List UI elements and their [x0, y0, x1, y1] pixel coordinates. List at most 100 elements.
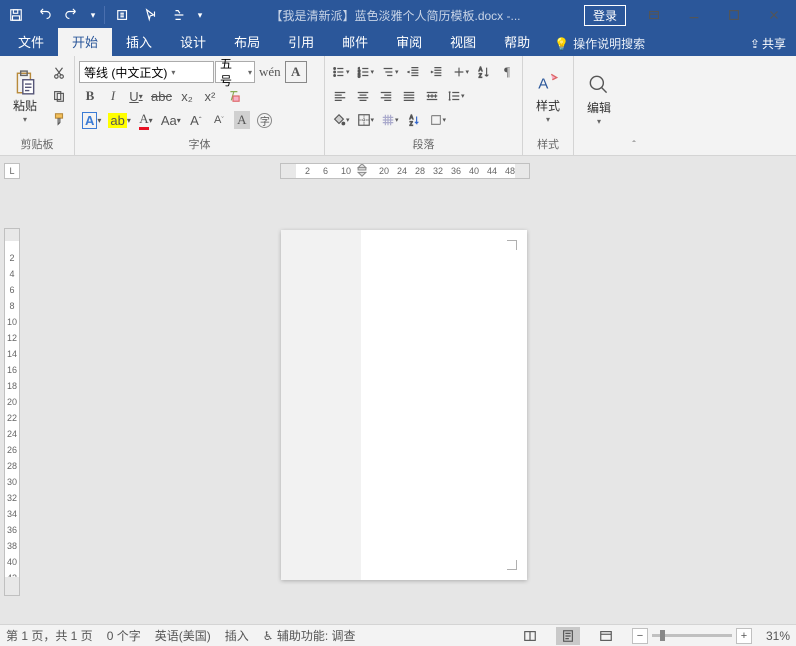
maximize-icon[interactable]	[714, 1, 754, 29]
decrease-indent-icon[interactable]	[403, 61, 425, 83]
distribute-icon[interactable]	[421, 85, 443, 107]
status-language[interactable]: 英语(美国)	[155, 627, 211, 644]
align-right-icon[interactable]	[375, 85, 397, 107]
tab-help[interactable]: 帮助	[490, 28, 544, 56]
subscript-button[interactable]: x₂	[176, 85, 198, 107]
tab-mailings[interactable]: 邮件	[328, 28, 382, 56]
borders-icon[interactable]: ▾	[354, 109, 378, 131]
superscript-button[interactable]: x²	[199, 85, 221, 107]
font-size-combo[interactable]: 五号▾	[215, 61, 255, 83]
tab-references[interactable]: 引用	[274, 28, 328, 56]
close-icon[interactable]	[754, 1, 794, 29]
format-painter-icon[interactable]	[48, 108, 70, 130]
qat-customize-icon[interactable]: ▾	[86, 1, 100, 29]
horizontal-ruler[interactable]: 2 2 6 10 20 24 28 32 36 40 44 48 52	[280, 163, 530, 179]
ruler-corner[interactable]: L	[4, 163, 20, 179]
numbering-icon[interactable]: 123▾	[354, 61, 378, 83]
grow-font-icon[interactable]: Aˆ	[185, 109, 207, 131]
undo-icon[interactable]	[30, 1, 58, 29]
group-font-label: 字体	[79, 134, 320, 155]
tab-review[interactable]: 审阅	[382, 28, 436, 56]
copy-icon[interactable]	[48, 85, 70, 107]
ruler-tick: 24	[5, 429, 19, 445]
increase-indent-icon[interactable]	[426, 61, 448, 83]
snap-to-grid-icon[interactable]: ▾	[378, 109, 402, 131]
character-shading-icon[interactable]: A	[231, 109, 253, 131]
shading-icon[interactable]: ▾	[329, 109, 353, 131]
ribbon-tabs: 文件 开始 插入 设计 布局 引用 邮件 审阅 视图 帮助 💡 操作说明搜索 ⇪…	[0, 30, 796, 56]
ruler-tick: 4	[5, 269, 19, 285]
align-justify-icon[interactable]	[398, 85, 420, 107]
paste-label: 粘贴	[13, 100, 37, 113]
status-word-count[interactable]: 0 个字	[107, 627, 141, 644]
tab-insert[interactable]: 插入	[112, 28, 166, 56]
bold-button[interactable]: B	[79, 85, 101, 107]
tab-view[interactable]: 视图	[436, 28, 490, 56]
sort-icon[interactable]: AZ	[473, 61, 495, 83]
collapse-ribbon-icon[interactable]: ˆ	[624, 56, 644, 155]
qat-overflow-dropdown-icon[interactable]: ▾	[193, 1, 207, 29]
status-accessibility[interactable]: ♿︎ 辅助功能: 调查	[263, 627, 356, 644]
tab-home[interactable]: 开始	[58, 28, 112, 56]
login-button[interactable]: 登录	[584, 5, 626, 26]
underline-button[interactable]: U▾	[125, 85, 147, 107]
font-color-icon[interactable]: A▾	[135, 109, 157, 131]
view-read-mode-icon[interactable]	[518, 627, 542, 645]
ribbon-display-icon[interactable]	[634, 1, 674, 29]
ruler-tick: 2	[305, 166, 323, 176]
text-effects-icon[interactable]: A▾	[79, 109, 104, 131]
line-spacing-icon[interactable]: ▾	[444, 85, 468, 107]
multilevel-list-icon[interactable]: ▾	[378, 61, 402, 83]
chevron-down-icon: ▾	[546, 115, 550, 124]
paste-button[interactable]: 粘贴 ▾	[4, 66, 46, 126]
ruler-tick: 40	[5, 557, 19, 573]
phonetic-guide-icon[interactable]: wén	[256, 61, 284, 83]
character-border-icon[interactable]: A	[285, 61, 307, 83]
paragraph-marks-icon[interactable]: ▾	[426, 109, 450, 131]
document-canvas[interactable]	[20, 180, 796, 624]
zoom-level[interactable]: 31%	[756, 629, 790, 643]
cut-icon[interactable]	[48, 62, 70, 84]
vertical-ruler[interactable]: 2 2 4 6 8 10 12 14 16 18 20 22 24 26 28 …	[4, 228, 20, 596]
share-button[interactable]: ⇪共享	[740, 31, 796, 56]
page[interactable]	[281, 230, 527, 580]
sort-paragraph-icon[interactable]: AZ	[403, 109, 425, 131]
tab-design[interactable]: 设计	[166, 28, 220, 56]
zoom-out-button[interactable]: −	[632, 628, 648, 644]
strikethrough-button[interactable]: abc	[148, 85, 175, 107]
align-center-icon[interactable]	[352, 85, 374, 107]
minimize-icon[interactable]	[674, 1, 714, 29]
enclose-character-icon[interactable]: 字	[254, 109, 276, 131]
editing-button[interactable]: 编辑 ▾	[578, 68, 620, 128]
align-left-icon[interactable]	[329, 85, 351, 107]
asian-layout-icon[interactable]: ▾	[449, 61, 473, 83]
font-name-combo[interactable]: 等线 (中文正文)▾	[79, 61, 214, 83]
zoom-slider-thumb[interactable]	[660, 630, 665, 641]
tab-layout[interactable]: 布局	[220, 28, 274, 56]
group-editing-label	[578, 138, 620, 155]
qat-overflow-2-icon[interactable]	[165, 1, 193, 29]
tell-me-search[interactable]: 💡 操作说明搜索	[544, 31, 655, 56]
status-page[interactable]: 第 1 页，共 1 页	[6, 627, 93, 644]
italic-button[interactable]: I	[102, 85, 124, 107]
indent-marker-icon[interactable]	[355, 163, 369, 179]
styles-button[interactable]: A 样式 ▾	[527, 66, 569, 126]
tab-file[interactable]: 文件	[4, 28, 58, 56]
view-web-layout-icon[interactable]	[594, 627, 618, 645]
touch-mouse-icon[interactable]	[137, 1, 165, 29]
qat-overflow-1-icon[interactable]	[109, 1, 137, 29]
change-case-icon[interactable]: Aa▾	[158, 109, 184, 131]
view-print-layout-icon[interactable]	[556, 627, 580, 645]
bullets-icon[interactable]: ▾	[329, 61, 353, 83]
zoom-in-button[interactable]: +	[736, 628, 752, 644]
ruler-tick: 2	[5, 253, 19, 269]
show-marks-icon[interactable]: ¶	[496, 61, 518, 83]
save-icon[interactable]	[2, 1, 30, 29]
shrink-font-icon[interactable]: Aˇ	[208, 109, 230, 131]
zoom-slider[interactable]	[652, 634, 732, 637]
clear-formatting-icon[interactable]	[222, 85, 244, 107]
svg-text:Z: Z	[479, 73, 483, 79]
highlight-icon[interactable]: ab▾	[105, 109, 133, 131]
redo-icon[interactable]	[58, 1, 86, 29]
status-insert-mode[interactable]: 插入	[225, 627, 249, 644]
